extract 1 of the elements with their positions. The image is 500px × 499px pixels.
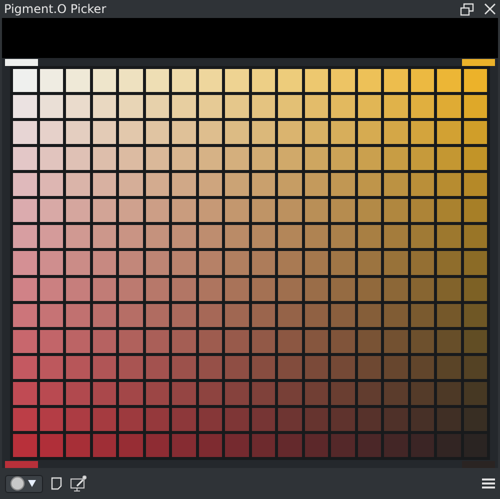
window-title: Pigment.O Picker	[4, 2, 108, 16]
